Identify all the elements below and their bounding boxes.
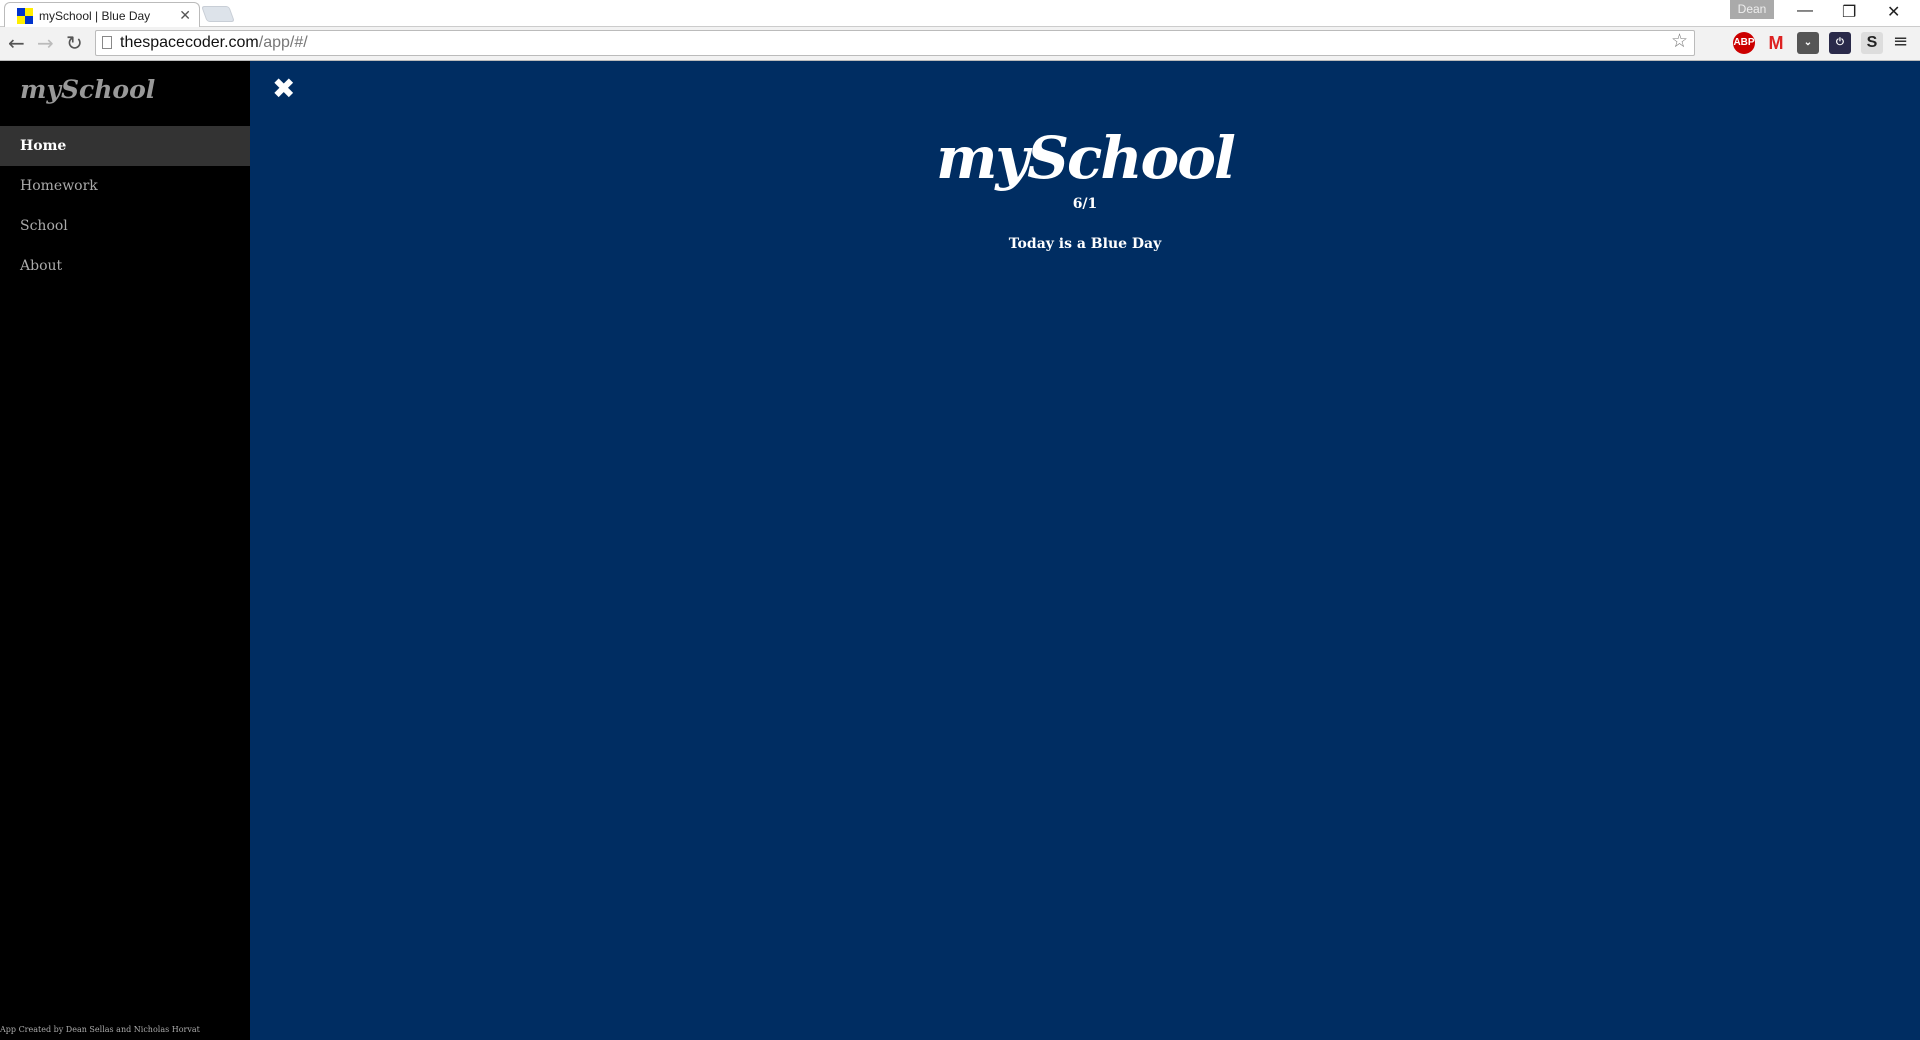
tab-title: mySchool | Blue Day xyxy=(39,8,151,23)
profile-button[interactable]: Dean xyxy=(1730,0,1774,19)
new-tab-button[interactable] xyxy=(201,6,235,22)
sidebar-item-home[interactable]: Home xyxy=(0,126,250,166)
address-bar[interactable]: thespacecoder.com/app/#/ ☆ xyxy=(95,30,1695,56)
sidebar-item-homework[interactable]: Homework xyxy=(0,166,250,206)
sidebar-logo: mySchool xyxy=(20,75,156,104)
sidebar: mySchool Home Homework School About App … xyxy=(0,61,250,1040)
page-title: mySchool xyxy=(936,124,1236,192)
url-path: /app/#/ xyxy=(258,34,308,51)
tab-strip: mySchool | Blue Day ✕ Dean — ❐ ✕ xyxy=(0,0,1920,28)
url-host: thespacecoder.com xyxy=(120,34,259,51)
browser-tab[interactable]: mySchool | Blue Day ✕ xyxy=(4,2,200,28)
sidebar-item-school[interactable]: School xyxy=(0,206,250,246)
pocket-icon[interactable]: ⌄ xyxy=(1797,32,1819,54)
sidebar-item-about[interactable]: About xyxy=(0,246,250,286)
day-message: Today is a Blue Day xyxy=(1008,236,1162,252)
restore-icon[interactable]: ❐ xyxy=(1842,2,1856,22)
close-menu-icon[interactable]: ✖ xyxy=(272,72,295,105)
close-window-icon[interactable]: ✕ xyxy=(1887,2,1900,22)
page-icon xyxy=(102,36,112,49)
minimize-icon[interactable]: — xyxy=(1797,2,1813,20)
menu-icon[interactable]: ≡ xyxy=(1893,31,1908,52)
gmail-icon[interactable]: M xyxy=(1765,32,1787,54)
power-extension-icon[interactable]: ⏻ xyxy=(1829,32,1851,54)
s-extension-icon[interactable]: S xyxy=(1861,32,1883,54)
adblock-icon[interactable]: ABP xyxy=(1733,32,1755,54)
forward-icon[interactable]: → xyxy=(37,31,54,55)
close-tab-icon[interactable]: ✕ xyxy=(179,7,191,24)
credits: App Created by Dean Sellas and Nicholas … xyxy=(0,1025,200,1034)
date: 6/1 xyxy=(1072,196,1098,212)
back-icon[interactable]: ← xyxy=(8,31,25,55)
reload-icon[interactable]: ↻ xyxy=(66,31,83,55)
browser-toolbar: ← → ↻ thespacecoder.com/app/#/ ☆ ABP M ⌄… xyxy=(0,27,1920,61)
favicon-icon xyxy=(17,7,33,24)
bookmark-star-icon[interactable]: ☆ xyxy=(1671,30,1688,54)
